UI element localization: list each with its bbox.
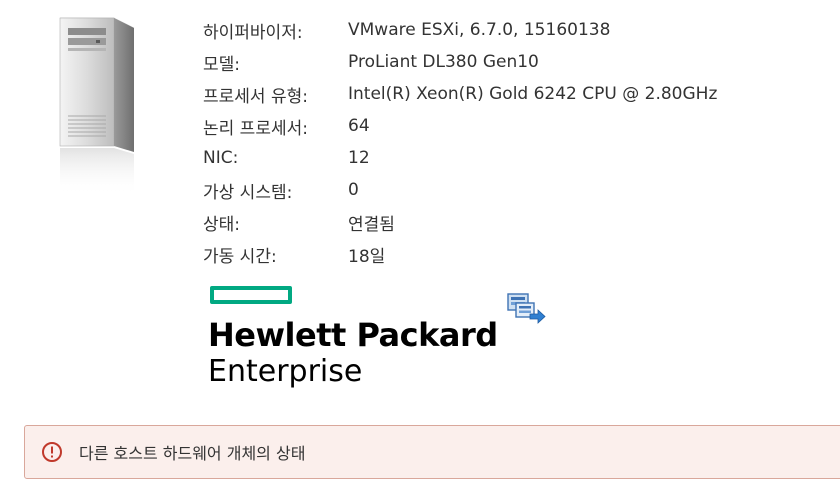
nic-label: NIC:	[203, 148, 239, 168]
state-value: 연결됨	[348, 214, 395, 235]
hypervisor-value: VMware ESXi, 6.7.0, 15160138	[348, 20, 611, 40]
processor-type-row: 프로세서 유형: Intel(R) Xeon(R) Gold 6242 CPU …	[203, 78, 717, 110]
uptime-value: 18일	[348, 246, 386, 267]
model-label: 모델:	[203, 54, 241, 75]
uptime-label: 가동 시간:	[203, 246, 277, 267]
alert-circle-icon	[42, 442, 62, 462]
host-migrate-icon[interactable]	[506, 290, 546, 324]
logical-processors-row: 논리 프로세서: 64	[203, 110, 717, 142]
host-info-list: 하이퍼바이저: VMware ESXi, 6.7.0, 15160138 모델:…	[203, 14, 717, 270]
alert-message: 다른 호스트 하드웨어 개체의 상태	[79, 444, 306, 463]
hpe-element-mark	[210, 286, 292, 304]
server-tower-icon	[59, 17, 135, 196]
uptime-row: 가동 시간: 18일	[203, 238, 717, 270]
hardware-status-alert[interactable]: 다른 호스트 하드웨어 개체의 상태	[24, 425, 840, 479]
virtual-machines-label: 가상 시스템:	[203, 182, 293, 203]
vendor-logo-line2: Enterprise	[208, 354, 363, 389]
model-value: ProLiant DL380 Gen10	[348, 52, 539, 72]
processor-type-value: Intel(R) Xeon(R) Gold 6242 CPU @ 2.80GHz	[348, 84, 718, 104]
nic-row: NIC: 12	[203, 142, 717, 174]
virtual-machines-value: 0	[348, 180, 359, 200]
nic-value: 12	[348, 148, 370, 168]
hypervisor-label: 하이퍼바이저:	[203, 22, 303, 43]
vendor-logo-line1: Hewlett Packard	[208, 316, 498, 354]
processor-type-label: 프로세서 유형:	[203, 86, 308, 107]
logical-processors-label: 논리 프로세서:	[203, 118, 308, 139]
state-row: 상태: 연결됨	[203, 206, 717, 238]
logical-processors-value: 64	[348, 116, 370, 136]
hypervisor-row: 하이퍼바이저: VMware ESXi, 6.7.0, 15160138	[203, 14, 717, 46]
vendor-logo: Hewlett Packard Enterprise	[208, 284, 508, 394]
host-summary-panel: 하이퍼바이저: VMware ESXi, 6.7.0, 15160138 모델:…	[0, 0, 840, 488]
virtual-machines-row: 가상 시스템: 0	[203, 174, 717, 206]
state-label: 상태:	[203, 214, 241, 235]
model-row: 모델: ProLiant DL380 Gen10	[203, 46, 717, 78]
